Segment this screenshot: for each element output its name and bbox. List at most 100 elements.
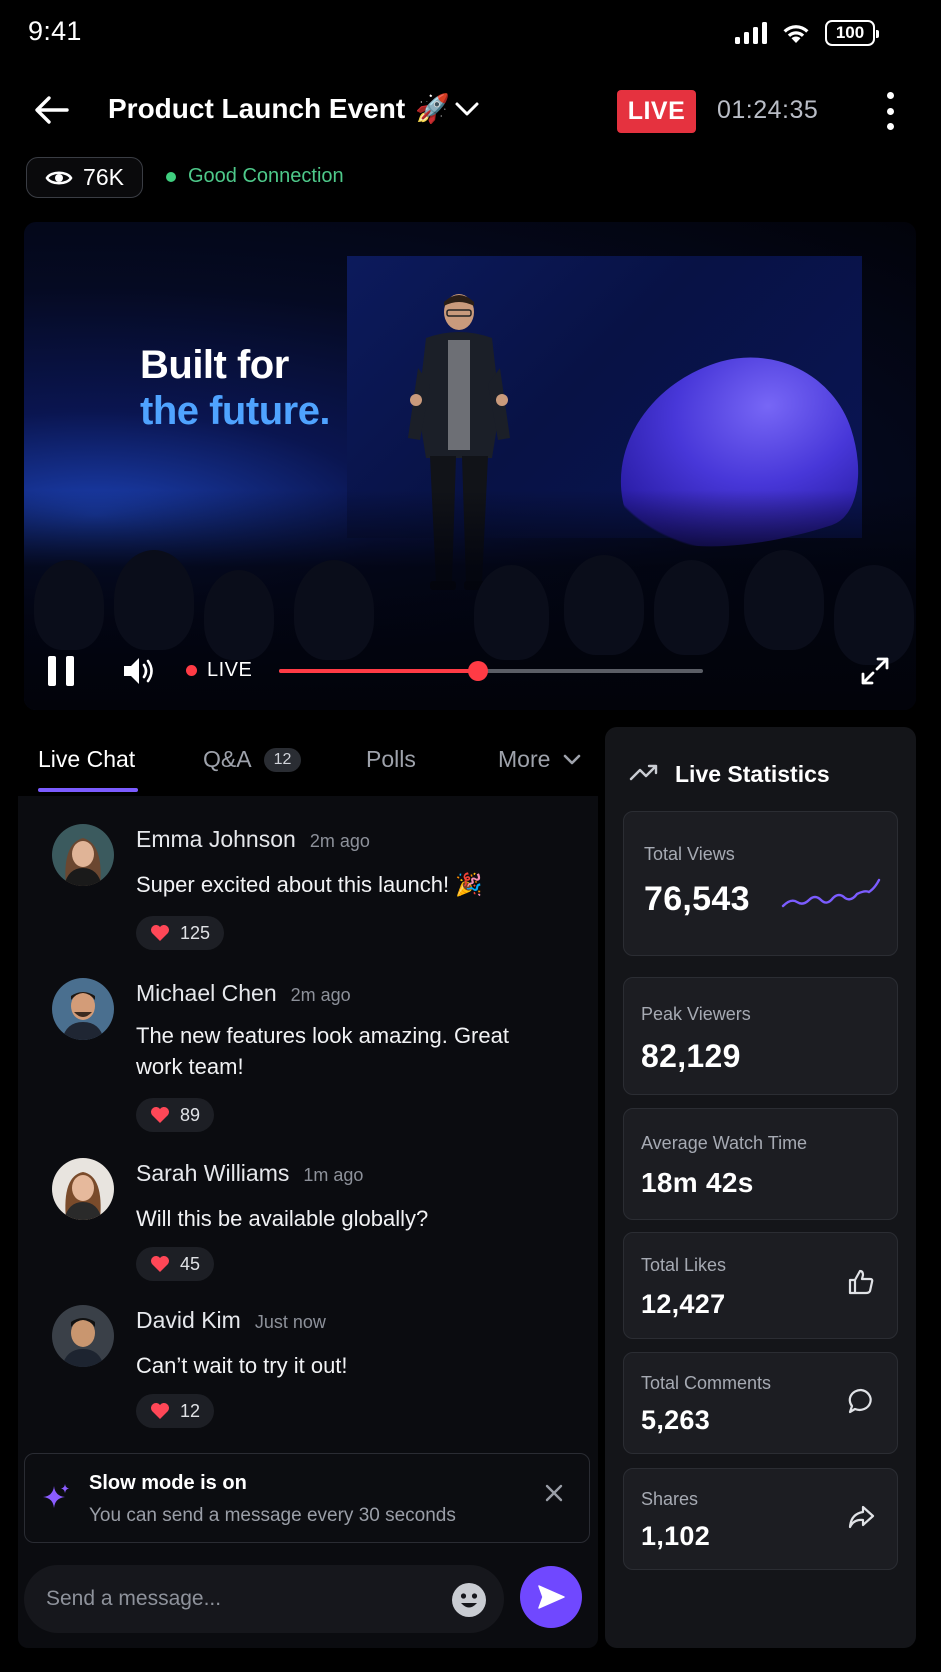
stat-card-peak-viewers: Peak Viewers 82,129: [623, 977, 898, 1095]
send-icon: [538, 1585, 565, 1609]
like-button[interactable]: 125: [136, 916, 225, 950]
avatar[interactable]: [52, 1158, 114, 1220]
like-count: 89: [180, 1104, 201, 1125]
avatar[interactable]: [52, 978, 114, 1040]
tab-qa-label: Q&A: [203, 746, 252, 772]
message-time: 1m ago: [303, 1165, 364, 1185]
signal-icon: [735, 22, 767, 44]
tab-live-chat[interactable]: Live Chat: [38, 746, 135, 773]
thumbs-up-icon: [848, 1269, 874, 1295]
stat-label: Shares: [641, 1489, 699, 1509]
avatar-image: [52, 1305, 114, 1367]
slow-mode-banner: Slow mode is on You can send a message e…: [24, 1453, 590, 1543]
avatar[interactable]: [52, 1305, 114, 1367]
volume-button[interactable]: [121, 654, 157, 693]
stat-label: Total Views: [644, 844, 735, 864]
stat-card-total-comments: Total Comments 5,263: [623, 1352, 898, 1454]
heart-icon: [151, 1107, 169, 1123]
status-time: 9:41: [28, 16, 82, 46]
live-dot: [186, 665, 197, 676]
connection-label: Good Connection: [188, 165, 344, 187]
connection-dot: [166, 171, 176, 182]
like-button[interactable]: 89: [136, 1098, 215, 1132]
message-author[interactable]: Sarah Williams: [136, 1160, 289, 1187]
message-input[interactable]: [46, 1579, 426, 1619]
video-player[interactable]: Built for the future.: [24, 222, 916, 710]
event-title-text: Product Launch Event: [108, 92, 406, 124]
eye-icon: [45, 170, 73, 185]
tab-live-chat-label: Live Chat: [38, 746, 136, 772]
battery-indicator: 100: [825, 20, 879, 46]
progress-fill: [279, 669, 479, 673]
stream-timer: 01:24:35: [717, 96, 819, 124]
title-dropdown-button[interactable]: [454, 100, 480, 123]
slow-mode-subtitle: You can send a message every 30 seconds: [89, 1505, 456, 1526]
stats-panel: Live Statistics Total Views 76,543 Peak …: [605, 727, 916, 1648]
stat-label: Total Comments: [641, 1373, 772, 1393]
fullscreen-button[interactable]: [860, 656, 890, 691]
slide-line-1: Built for: [140, 343, 289, 387]
connection-status: Good Connection: [166, 165, 344, 188]
message-text: Super excited about this launch! 🎉: [136, 872, 483, 897]
stat-value: 18m 42s: [641, 1167, 754, 1198]
kebab-dot: [886, 123, 894, 130]
back-button[interactable]: [32, 90, 72, 130]
stat-label: Peak Viewers: [641, 1004, 751, 1024]
tab-more[interactable]: More: [498, 746, 582, 773]
avatar[interactable]: [52, 824, 114, 886]
chevron-down-icon: [564, 754, 581, 764]
share-icon: [848, 1505, 875, 1529]
live-indicator: LIVE: [186, 659, 252, 682]
sparkline-chart: [781, 878, 881, 908]
message-author[interactable]: David Kim: [136, 1307, 241, 1334]
sparkle-icon: [43, 1484, 69, 1508]
like-count: 125: [180, 922, 211, 943]
more-options-button[interactable]: [880, 90, 900, 132]
message-header: Michael Chen 2m ago: [136, 980, 351, 1007]
qa-count-badge: 12: [263, 747, 302, 772]
viewer-count: 76K: [83, 164, 124, 190]
like-count: 45: [180, 1253, 201, 1274]
message-header: Emma Johnson 2m ago: [136, 826, 370, 853]
kebab-dot: [886, 107, 894, 115]
heart-icon: [151, 1403, 169, 1419]
slide-line-2: the future.: [140, 389, 331, 433]
pause-button[interactable]: [48, 656, 74, 686]
like-button[interactable]: 45: [136, 1247, 215, 1281]
like-button[interactable]: 12: [136, 1394, 215, 1428]
rocket-icon: 🚀: [415, 93, 451, 124]
volume-icon: [124, 658, 153, 684]
progress-bar[interactable]: [279, 661, 703, 681]
pause-bar: [48, 656, 56, 686]
tab-polls[interactable]: Polls: [366, 746, 416, 773]
heart-icon: [151, 925, 169, 941]
stat-label: Average Watch Time: [641, 1133, 808, 1153]
emoji-icon[interactable]: [451, 1582, 487, 1618]
kebab-dot: [886, 92, 894, 99]
message-author[interactable]: Michael Chen: [136, 980, 277, 1007]
slide-text: Built for the future.: [140, 342, 331, 434]
like-count: 12: [180, 1400, 201, 1421]
wifi-icon: [783, 25, 809, 43]
close-icon[interactable]: [543, 1482, 565, 1504]
status-icons: 100: [735, 20, 879, 46]
progress-thumb[interactable]: [468, 661, 489, 681]
message-time: 2m ago: [290, 985, 351, 1005]
comment-icon: [848, 1388, 872, 1414]
fullscreen-icon: [861, 657, 889, 685]
message-text: Can’t wait to try it out!: [136, 1353, 348, 1378]
slow-mode-title: Slow mode is on: [89, 1472, 247, 1494]
stat-value: 5,263: [641, 1405, 711, 1435]
send-button[interactable]: [520, 1566, 582, 1628]
tab-bar: Live Chat Q&A 12 Polls More: [18, 730, 598, 794]
message-author[interactable]: Emma Johnson: [136, 826, 296, 853]
live-badge: LIVE: [617, 90, 696, 133]
message-header: Sarah Williams 1m ago: [136, 1160, 363, 1187]
avatar-image: [52, 1158, 114, 1220]
message-header: David Kim Just now: [136, 1307, 326, 1334]
stat-card-avg-watch-time: Average Watch Time 18m 42s: [623, 1108, 898, 1220]
stat-value: 12,427: [641, 1289, 726, 1319]
event-title[interactable]: Product Launch Event 🚀: [108, 92, 450, 125]
message-time: 2m ago: [309, 831, 370, 851]
tab-qa[interactable]: Q&A 12: [203, 746, 302, 773]
